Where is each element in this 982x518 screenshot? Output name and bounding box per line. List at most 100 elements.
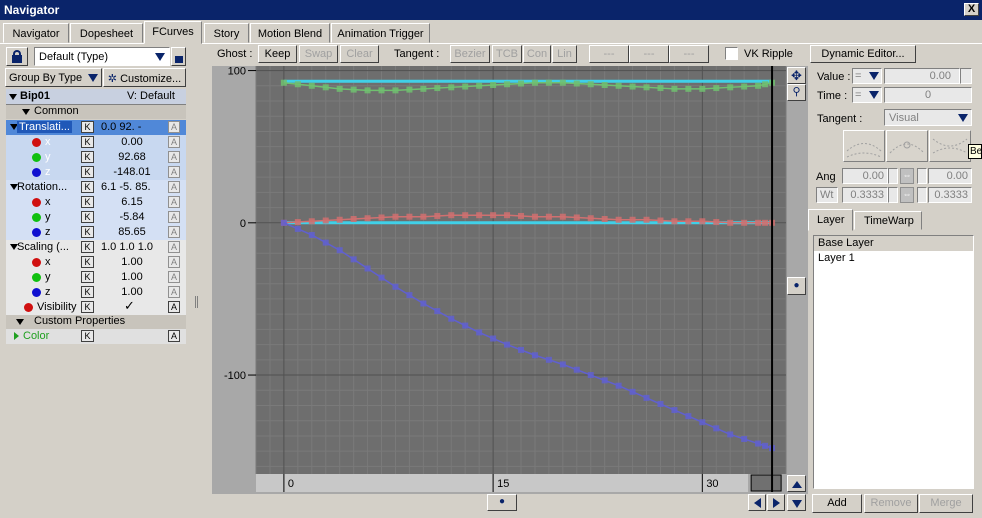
key-button[interactable]: K <box>81 226 94 238</box>
lin-button[interactable]: Lin <box>552 45 577 63</box>
con-button[interactable]: Con <box>523 45 551 63</box>
tab-animation-trigger[interactable]: Animation Trigger <box>331 23 430 43</box>
ang-link-icon[interactable]: ⇔ <box>900 168 914 184</box>
property-value[interactable]: -5.84 <box>101 211 163 223</box>
tab-navigator[interactable]: Navigator <box>3 23 69 43</box>
anim-button[interactable]: A <box>168 166 180 178</box>
customize-button[interactable]: ✲ Customize... <box>103 68 186 87</box>
property-channel-row[interactable]: z K 1.00 A <box>6 285 186 300</box>
property-value[interactable]: 1.00 <box>101 271 163 283</box>
vertical-center-button[interactable]: ● <box>787 277 806 295</box>
tangent-preset-3[interactable] <box>929 130 971 162</box>
property-group-row[interactable]: Scaling (... K 1.0 1.0 1.0 A <box>6 240 186 255</box>
property-channel-row[interactable]: z K 85.65 A <box>6 225 186 240</box>
remove-layer-button[interactable]: Remove <box>864 494 918 513</box>
zoom-button[interactable]: ⚲ <box>787 84 806 101</box>
visibility-checkbox[interactable]: ✓ <box>124 299 138 313</box>
value-field[interactable]: 0.00 <box>884 68 960 84</box>
anim-button[interactable]: A <box>168 226 180 238</box>
tcb-button[interactable]: TCB <box>492 45 522 63</box>
property-channel-row[interactable]: x K 1.00 A <box>6 255 186 270</box>
ang-left-field[interactable]: 0.00 <box>842 168 888 184</box>
property-value[interactable]: 85.65 <box>101 226 163 238</box>
keep-button[interactable]: Keep <box>258 45 297 63</box>
anim-button[interactable]: A <box>168 330 180 342</box>
dynamic-editor-button[interactable]: Dynamic Editor... <box>810 45 916 63</box>
color-row[interactable]: Color K A <box>6 329 186 344</box>
key-button[interactable]: K <box>81 286 94 298</box>
key-button[interactable]: K <box>81 301 94 313</box>
key-button[interactable]: K <box>81 241 94 253</box>
property-value[interactable]: 92.68 <box>101 151 163 163</box>
swap-button[interactable]: Swap <box>299 45 338 63</box>
key-button[interactable]: K <box>81 136 94 148</box>
key-button[interactable]: K <box>81 330 94 342</box>
time-mode-dropdown[interactable]: = <box>852 87 882 103</box>
filter-lock-button[interactable] <box>171 47 186 66</box>
property-channel-row[interactable]: y K 1.00 A <box>6 270 186 285</box>
section-custom[interactable]: Custom Properties <box>6 315 186 329</box>
wt-right-field[interactable]: 0.3333 <box>928 187 972 203</box>
scroll-down-button[interactable] <box>787 494 806 511</box>
layer-item[interactable]: Base Layer <box>814 236 973 251</box>
anim-button[interactable]: A <box>168 181 180 193</box>
key-button[interactable]: K <box>81 166 94 178</box>
property-value[interactable]: -148.01 <box>101 166 163 178</box>
layer-list[interactable]: Base Layer Layer 1 <box>813 235 974 489</box>
tangent-opt-3[interactable]: --- <box>669 45 709 63</box>
property-value[interactable]: 0.0 92. - <box>101 121 141 133</box>
anim-button[interactable]: A <box>168 151 180 163</box>
property-value[interactable]: 1.00 <box>101 286 163 298</box>
property-channel-row[interactable]: y K 92.68 A <box>6 150 186 165</box>
tab-layer[interactable]: Layer <box>808 209 853 231</box>
scroll-left-button[interactable] <box>748 494 766 511</box>
key-button[interactable]: K <box>81 121 94 133</box>
close-icon[interactable]: X <box>964 3 979 16</box>
filter-dropdown[interactable]: Default (Type) <box>34 47 170 66</box>
object-header[interactable]: Bip01 V: Default <box>6 89 186 105</box>
key-button[interactable]: K <box>81 196 94 208</box>
panel-splitter[interactable] <box>190 46 204 512</box>
tangent-opt-2[interactable]: --- <box>629 45 669 63</box>
fcurve-graph[interactable]: 100 0 -100 0 15 30 <box>212 66 808 494</box>
key-button[interactable]: K <box>81 256 94 268</box>
tab-timewarp[interactable]: TimeWarp <box>854 211 922 230</box>
anim-button[interactable]: A <box>168 301 180 313</box>
section-common[interactable]: Common <box>6 105 186 119</box>
property-channel-row[interactable]: x K 6.15 A <box>6 195 186 210</box>
value-mode-dropdown[interactable]: = <box>852 68 882 84</box>
wt-left-field[interactable]: 0.3333 <box>842 187 888 203</box>
tangent-preset-2[interactable] <box>886 130 928 162</box>
fcurve-canvas[interactable]: 100 0 -100 0 15 30 <box>212 66 808 494</box>
bezier-button[interactable]: Bezier <box>450 45 490 63</box>
layer-item[interactable]: Layer 1 <box>814 251 973 266</box>
lock-button[interactable] <box>6 47 28 66</box>
key-button[interactable]: K <box>81 181 94 193</box>
ang-left-spinner[interactable] <box>888 168 898 184</box>
anim-button[interactable]: A <box>168 256 180 268</box>
property-channel-row[interactable]: x K 0.00 A <box>6 135 186 150</box>
tab-motion-blend[interactable]: Motion Blend <box>250 23 330 43</box>
frame-all-button[interactable]: ✥ <box>787 67 806 84</box>
time-field[interactable]: 0 <box>884 87 972 103</box>
value-spinner[interactable] <box>960 68 972 84</box>
property-group-row[interactable]: Rotation... K 6.1 -5. 85. A <box>6 180 186 195</box>
vk-ripple-checkbox[interactable] <box>725 47 738 60</box>
key-button[interactable]: K <box>81 151 94 163</box>
clear-button[interactable]: Clear <box>340 45 379 63</box>
add-layer-button[interactable]: Add <box>812 494 862 513</box>
property-value[interactable]: 1.00 <box>101 256 163 268</box>
tangent-dropdown[interactable]: Visual <box>884 109 972 126</box>
anim-button[interactable]: A <box>168 196 180 208</box>
horizontal-center-button[interactable]: ● <box>487 494 517 511</box>
property-channel-row[interactable]: y K -5.84 A <box>6 210 186 225</box>
key-button[interactable]: K <box>81 211 94 223</box>
key-button[interactable]: K <box>81 271 94 283</box>
anim-button[interactable]: A <box>168 211 180 223</box>
tab-story[interactable]: Story <box>204 23 249 43</box>
property-value[interactable]: 0.00 <box>101 136 163 148</box>
scroll-right-button[interactable] <box>767 494 785 511</box>
anim-button[interactable]: A <box>168 241 180 253</box>
wt-left-spinner[interactable] <box>888 187 898 203</box>
wt-link-icon[interactable]: ⇔ <box>900 187 914 203</box>
